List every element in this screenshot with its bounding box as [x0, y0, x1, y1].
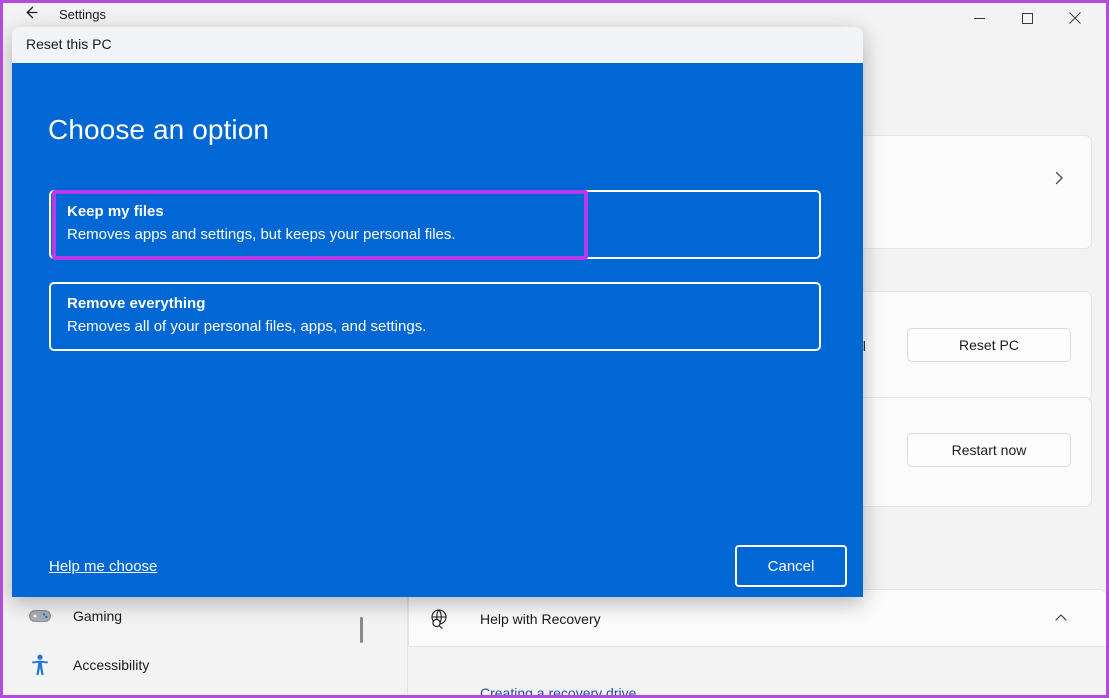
reset-pc-button[interactable]: Reset PC [907, 328, 1071, 362]
cancel-button[interactable]: Cancel [735, 545, 847, 587]
sidebar-item-label: Accessibility [73, 657, 150, 673]
maximize-icon[interactable] [1004, 3, 1050, 33]
help-with-recovery-label: Help with Recovery [480, 611, 601, 627]
sidebar-scrollbar[interactable] [360, 617, 363, 643]
chevron-right-icon [1049, 168, 1071, 190]
option-keep-my-files[interactable]: Keep my files Removes apps and settings,… [49, 190, 821, 259]
option-title: Remove everything [67, 295, 206, 312]
sidebar-item-accessibility[interactable]: Accessibility [17, 646, 347, 684]
globe-search-icon [428, 608, 452, 632]
dialog-heading: Choose an option [48, 114, 270, 145]
reset-this-pc-dialog: Reset this PC Choose an option Keep my f… [12, 27, 863, 597]
chevron-up-icon[interactable] [1051, 608, 1073, 630]
minimize-icon[interactable] [956, 3, 1002, 33]
gamepad-icon [23, 604, 57, 628]
restart-now-button[interactable]: Restart now [907, 433, 1071, 467]
sidebar-item-label: Gaming [73, 608, 123, 624]
accessibility-person-icon [23, 653, 57, 677]
settings-window-title: Settings [59, 7, 106, 22]
close-icon[interactable] [1052, 3, 1098, 33]
sidebar-item-gaming[interactable]: Gaming [17, 597, 347, 635]
option-title: Keep my files [67, 203, 164, 220]
dialog-body: Choose an option Keep my files Removes a… [12, 63, 863, 597]
option-remove-everything[interactable]: Remove everything Removes all of your pe… [49, 282, 821, 351]
help-me-choose-link[interactable]: Help me choose [49, 558, 157, 575]
option-description: Removes all of your personal files, apps… [67, 318, 427, 335]
dialog-titlebar: Reset this PC [12, 27, 863, 63]
screenshot-root: Settings Gaming Accessibility Reset PC R… [0, 0, 1109, 698]
creating-a-recovery-drive-link[interactable]: Creating a recovery drive [480, 685, 636, 695]
option-description: Removes apps and settings, but keeps you… [67, 226, 456, 243]
dialog-title: Reset this PC [26, 36, 112, 52]
